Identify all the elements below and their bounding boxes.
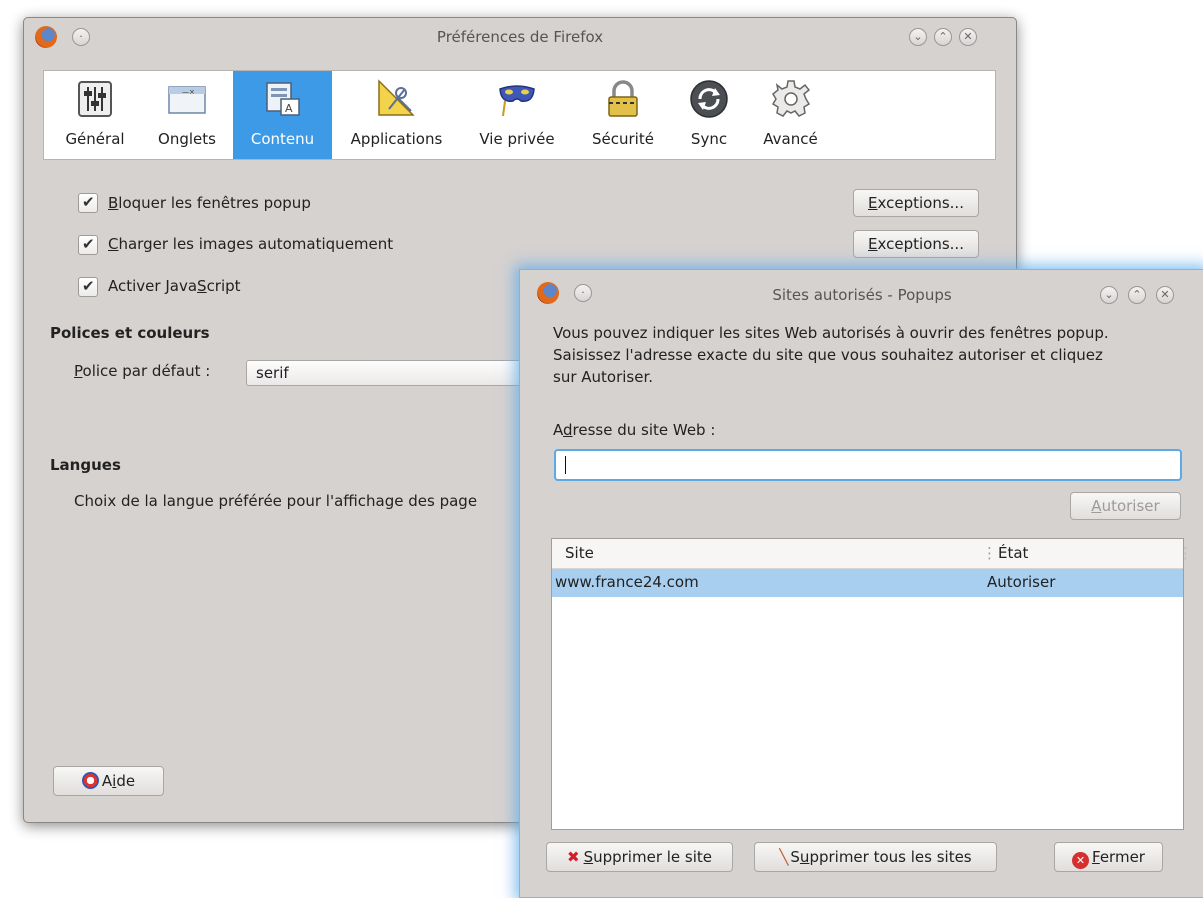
dialog-minimize-button[interactable]: ⌄ — [1100, 286, 1118, 304]
sliders-icon — [75, 79, 115, 119]
close-button[interactable]: ✕ — [959, 28, 977, 46]
enable-javascript-label: Activer JavaScript — [108, 277, 241, 295]
tab-vie-privee-label: Vie privée — [479, 130, 555, 148]
broom-icon: ╲ — [779, 848, 789, 866]
preferences-titlebar: · Préférences de Firefox ⌄ ⌃ ✕ — [24, 18, 1016, 58]
tab-sync[interactable]: Sync — [674, 71, 744, 159]
svg-text:A: A — [285, 102, 293, 115]
dialog-titlebar: · Sites autorisés - Popups ⌄ ⌃ ✕ — [520, 270, 1203, 314]
applications-icon — [377, 79, 417, 119]
address-label: Adresse du site Web : — [553, 421, 716, 439]
tab-general-label: Général — [65, 130, 125, 148]
tab-onglets[interactable]: —× Onglets — [143, 71, 231, 159]
mask-icon — [497, 79, 537, 119]
tab-applications-label: Applications — [350, 130, 443, 148]
remove-site-button[interactable]: ✖ Supprimer le site — [546, 842, 733, 872]
column-divider: ⋮ — [982, 544, 997, 562]
tab-securite[interactable]: Sécurité — [577, 71, 669, 159]
tab-avance[interactable]: Avancé — [747, 71, 834, 159]
column-picker[interactable]: ⋮ — [1178, 544, 1193, 562]
table-row[interactable]: www.france24.com Autoriser — [552, 569, 1183, 597]
load-images-checkbox[interactable] — [78, 235, 98, 255]
default-font-select[interactable]: serif — [246, 360, 546, 386]
fonts-heading: Polices et couleurs — [50, 324, 210, 342]
row-site: www.france24.com — [555, 573, 699, 591]
address-input[interactable] — [554, 449, 1182, 481]
tab-sync-label: Sync — [690, 130, 728, 148]
enable-javascript-checkbox[interactable] — [78, 277, 98, 297]
content-icon: A — [263, 79, 303, 119]
images-exceptions-button[interactable]: Exceptions... — [853, 230, 979, 258]
block-popups-label: Bloquer les fenêtres popup — [108, 194, 311, 212]
remove-all-sites-button[interactable]: ╲ Supprimer tous les sites — [754, 842, 997, 872]
allow-button[interactable]: Autoriser — [1070, 492, 1181, 520]
popup-exceptions-button[interactable]: Exceptions... — [853, 189, 979, 217]
preferences-toolbar: Général —× Onglets A Contenu Application… — [43, 70, 996, 160]
row-state: Autoriser — [987, 573, 1056, 591]
help-button[interactable]: Aide — [53, 766, 164, 796]
help-icon — [81, 772, 99, 789]
default-font-label: Police par défaut : — [74, 362, 211, 380]
tab-contenu[interactable]: A Contenu — [233, 71, 332, 159]
tab-applications[interactable]: Applications — [335, 71, 458, 159]
close-dialog-button[interactable]: ✕ Fermer — [1054, 842, 1163, 872]
gear-icon — [771, 79, 811, 119]
column-site-header[interactable]: Site — [565, 544, 594, 562]
tab-securite-label: Sécurité — [592, 130, 654, 148]
sync-icon — [689, 79, 729, 119]
maximize-button[interactable]: ⌃ — [934, 28, 952, 46]
dialog-maximize-button[interactable]: ⌃ — [1128, 286, 1146, 304]
sites-list-header: Site ⋮ État ⋮ — [552, 539, 1193, 569]
load-images-label: Charger les images automatiquement — [108, 235, 394, 253]
padlock-icon — [603, 79, 643, 119]
minimize-button[interactable]: ⌄ — [909, 28, 927, 46]
tab-contenu-label: Contenu — [250, 130, 315, 148]
dialog-description: Vous pouvez indiquer les sites Web autor… — [553, 324, 1109, 386]
languages-text: Choix de la langue préférée pour l'affic… — [74, 492, 478, 510]
dialog-close-button[interactable]: ✕ — [1156, 286, 1174, 304]
tab-general[interactable]: Général — [50, 71, 140, 159]
popup-sites-dialog: · Sites autorisés - Popups ⌄ ⌃ ✕ Vous po… — [519, 269, 1203, 898]
block-popups-checkbox[interactable] — [78, 193, 98, 213]
tab-onglets-label: Onglets — [158, 130, 216, 148]
window-title: Préférences de Firefox — [436, 28, 604, 46]
remove-x-icon: ✖ — [566, 848, 580, 866]
close-circle-icon: ✕ — [1072, 852, 1090, 869]
tabs-icon: —× — [167, 79, 207, 119]
tab-avance-label: Avancé — [763, 130, 818, 148]
languages-heading: Langues — [50, 456, 121, 474]
sites-list[interactable]: Site ⋮ État ⋮ www.france24.com Autoriser — [551, 538, 1193, 830]
tab-vie-privee[interactable]: Vie privée — [461, 71, 573, 159]
column-state-header[interactable]: État — [998, 544, 1028, 562]
svg-text:—×: —× — [182, 88, 195, 96]
